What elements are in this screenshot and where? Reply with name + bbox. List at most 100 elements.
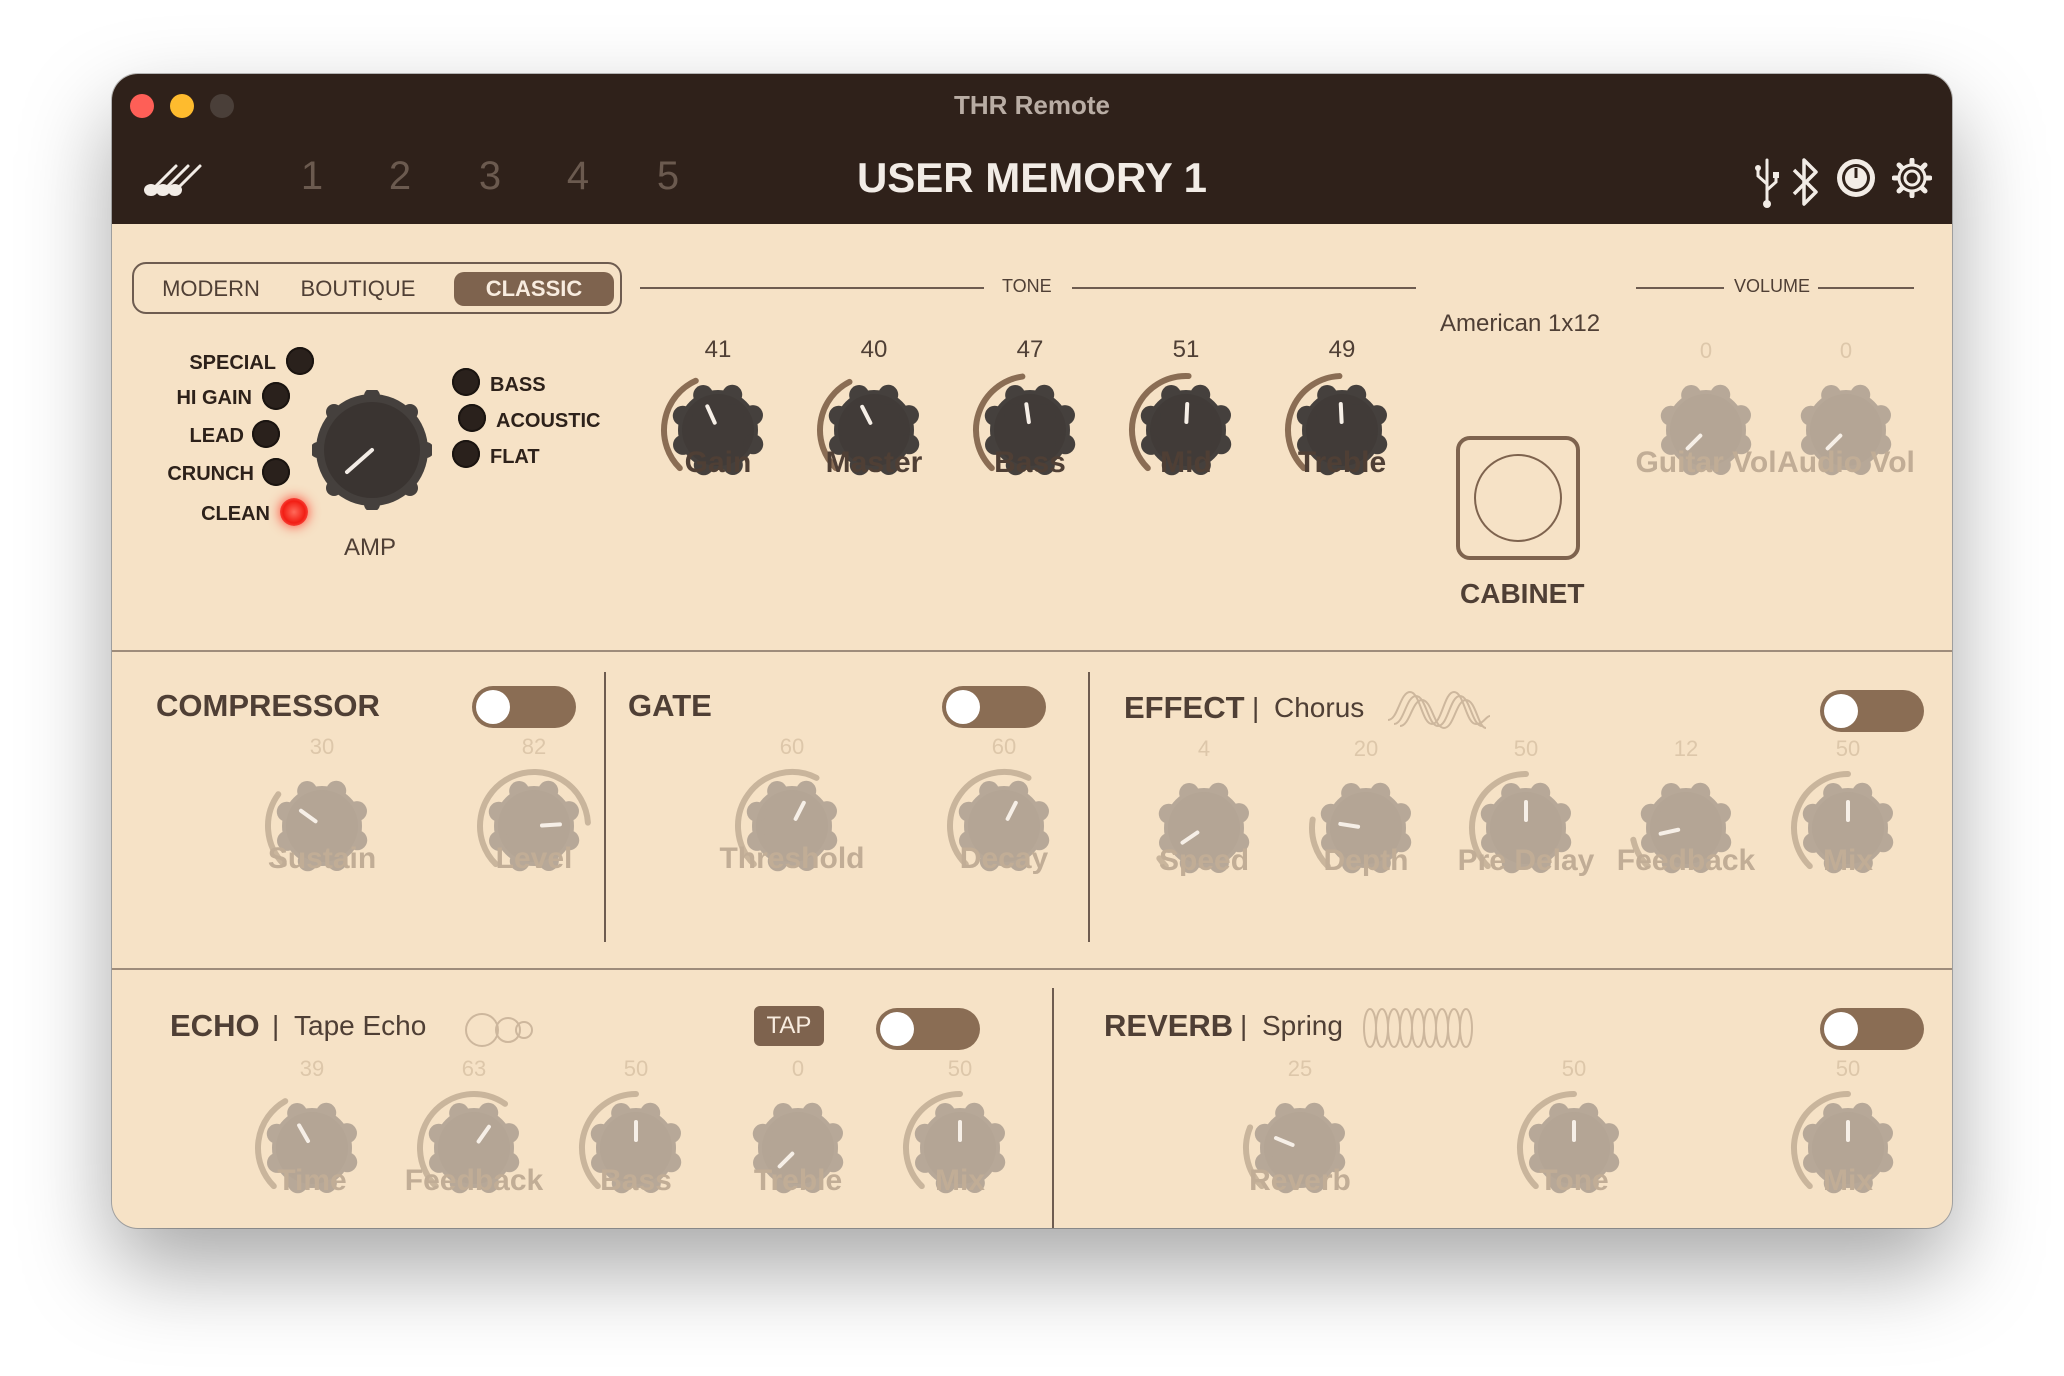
collection-modern-button[interactable]: MODERN — [146, 272, 276, 306]
master-label: Master — [825, 446, 923, 479]
reverb-mix-value: 50 — [1835, 1056, 1861, 1081]
effect-feedback-value: 12 — [1673, 736, 1699, 761]
time-value: 39 — [299, 1056, 325, 1081]
led-crunch[interactable] — [262, 458, 290, 486]
tone-line-right — [1072, 287, 1416, 289]
echo-feedback-value: 63 — [461, 1056, 487, 1081]
chorus-wave-icon — [1386, 686, 1492, 735]
depth-value: 20 — [1353, 736, 1379, 761]
bass-label: Bass — [994, 446, 1066, 479]
reverb-type[interactable]: Spring — [1262, 1010, 1343, 1042]
reverb-toggle[interactable] — [1820, 1008, 1924, 1050]
amp-type-hi-gain[interactable]: HI GAIN — [132, 387, 252, 410]
amp-collection-selector: MODERN BOUTIQUE CLASSIC — [132, 262, 622, 314]
amp-section-divider — [112, 650, 1952, 652]
effect-mix-value: 50 — [1835, 736, 1861, 761]
volume-line-right — [1818, 287, 1914, 289]
amp-selector-label: AMP — [344, 534, 397, 561]
volume-section-label: VOLUME — [1734, 276, 1811, 296]
tape-reels-icon — [462, 1010, 538, 1055]
reverb-tone-value: 50 — [1561, 1056, 1587, 1081]
bluetooth-icon[interactable] — [1788, 154, 1822, 215]
reverb-amount-value: 25 — [1287, 1056, 1313, 1081]
decay-value: 60 — [991, 734, 1017, 759]
window-title: THR Remote — [953, 90, 1110, 120]
echo-mix-value: 50 — [947, 1056, 973, 1081]
gate-toggle[interactable] — [942, 686, 1046, 728]
led-acoustic[interactable] — [458, 404, 486, 432]
audio-vol-label: Audio Vol — [1777, 446, 1915, 479]
usb-icon[interactable] — [1752, 154, 1782, 215]
collection-classic-button[interactable]: CLASSIC — [454, 272, 614, 306]
effect-type[interactable]: Chorus — [1274, 692, 1364, 724]
tap-tempo-button[interactable]: TAP — [754, 1006, 824, 1046]
amp-type-flat[interactable]: FLAT — [490, 446, 540, 469]
effect-title: EFFECT — [1124, 690, 1245, 725]
depth-label: Depth — [1323, 844, 1409, 877]
echo-toggle[interactable] — [876, 1008, 980, 1050]
speaker-icon — [1474, 454, 1562, 542]
threshold-label: Threshold — [719, 842, 865, 875]
amp-type-lead[interactable]: LEAD — [132, 425, 244, 448]
echo-treble-label: Treble — [753, 1164, 843, 1197]
amp-type-crunch[interactable]: CRUNCH — [132, 463, 254, 486]
collection-boutique-button[interactable]: BOUTIQUE — [288, 272, 428, 306]
echo-type[interactable]: Tape Echo — [294, 1010, 426, 1042]
treble-value: 49 — [1328, 336, 1356, 363]
led-hi-gain[interactable] — [262, 382, 290, 410]
sustain-value: 30 — [309, 734, 335, 759]
echo-treble-value: 0 — [791, 1056, 805, 1081]
main-content: MODERN BOUTIQUE CLASSIC SPECIAL HI GAIN … — [112, 224, 1952, 1228]
amp-type-bass[interactable]: BASS — [490, 374, 546, 397]
mid-value: 51 — [1172, 336, 1200, 363]
amp-knob-icon[interactable] — [1834, 156, 1878, 205]
comp-level-value: 82 — [521, 734, 547, 759]
amp-type-special[interactable]: SPECIAL — [142, 352, 276, 375]
time-label: Time — [277, 1164, 347, 1197]
led-bass[interactable] — [452, 368, 480, 396]
compressor-toggle[interactable] — [472, 686, 576, 728]
title-bar: THR Remote 1 2 3 4 5 USER MEMORY 1 — [112, 74, 1952, 224]
amp-type-acoustic[interactable]: ACOUSTIC — [496, 410, 600, 433]
echo-title: ECHO — [170, 1008, 260, 1043]
reverb-mix-label: Mix — [1822, 1164, 1873, 1197]
led-clean[interactable] — [280, 498, 308, 526]
echo-bass-value: 50 — [623, 1056, 649, 1081]
effects-section-divider — [112, 968, 1952, 970]
speed-value: 4 — [1197, 736, 1211, 761]
guitar-vol-value: 0 — [1699, 338, 1713, 363]
amp-selector-knob[interactable] — [310, 388, 434, 515]
guitar-vol-label: Guitar Vol — [1635, 446, 1777, 479]
memory-name: USER MEMORY 1 — [856, 154, 1208, 201]
amp-type-clean[interactable]: CLEAN — [142, 503, 270, 526]
effect-separator: | — [1252, 692, 1260, 723]
spring-coil-icon — [1360, 1006, 1476, 1055]
effect-toggle[interactable] — [1820, 690, 1924, 732]
echo-feedback-label: Feedback — [404, 1164, 544, 1197]
gain-value: 41 — [704, 336, 732, 363]
mid-label: Mid — [1160, 446, 1212, 479]
effect-feedback-label: Feedback — [1616, 844, 1756, 877]
pre-delay-value: 50 — [1513, 736, 1539, 761]
led-flat[interactable] — [452, 440, 480, 468]
effect-mix-label: Mix — [1822, 844, 1873, 877]
threshold-value: 60 — [779, 734, 805, 759]
gate-effect-divider — [1088, 672, 1090, 942]
reverb-separator: | — [1240, 1010, 1248, 1041]
reverb-amount-label: Reverb — [1249, 1164, 1351, 1197]
decay-label: Decay — [959, 842, 1049, 875]
cabinet-label: CABINET — [1460, 578, 1585, 609]
cabinet-button[interactable] — [1456, 436, 1580, 560]
bass-value: 47 — [1016, 336, 1044, 363]
led-special[interactable] — [286, 347, 314, 375]
gain-label: Gain — [684, 446, 752, 479]
comp-level-label: Level — [495, 842, 573, 875]
led-lead[interactable] — [252, 420, 280, 448]
echo-bass-label: Bass — [600, 1164, 672, 1197]
gear-icon[interactable] — [1891, 157, 1933, 203]
tone-line-left — [640, 287, 984, 289]
compressor-title: COMPRESSOR — [156, 688, 380, 723]
speed-label: Speed — [1158, 844, 1250, 877]
reverb-title: REVERB — [1104, 1008, 1234, 1043]
master-value: 40 — [860, 336, 888, 363]
